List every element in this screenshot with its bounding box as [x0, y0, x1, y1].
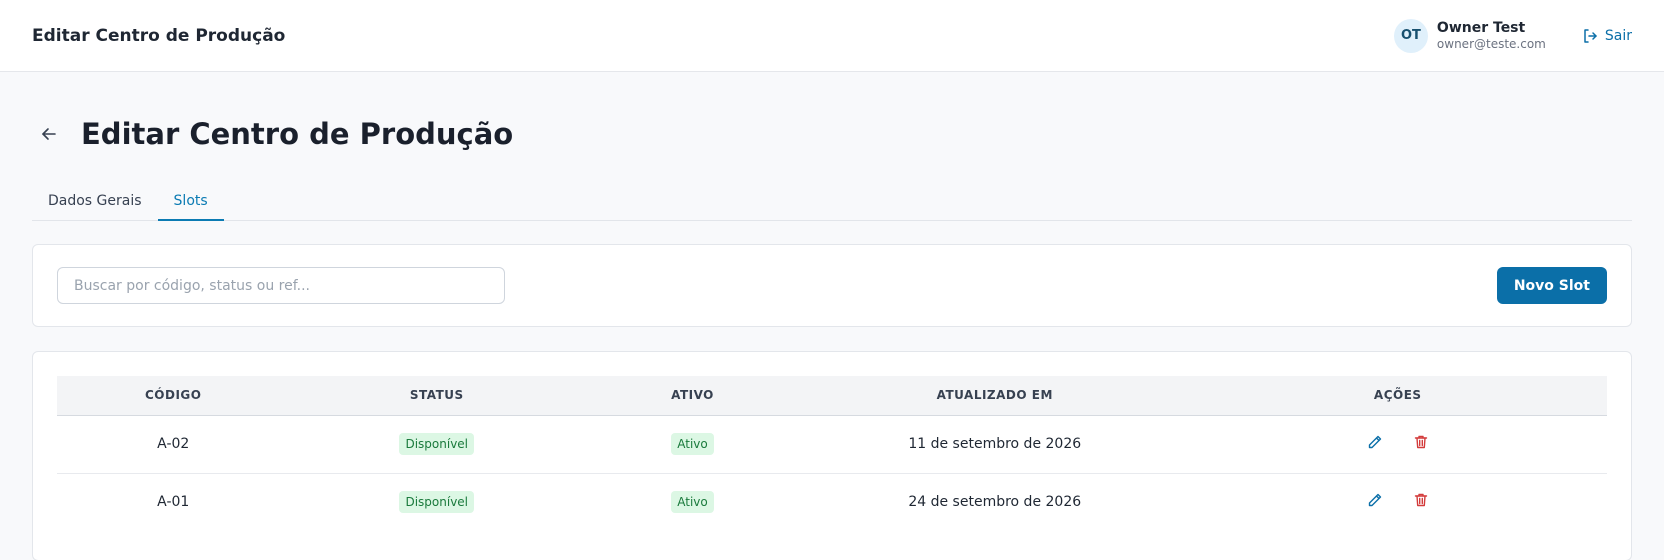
- avatar: OT: [1393, 18, 1428, 53]
- cell-status: Disponível: [290, 473, 585, 531]
- user-name: Owner Test: [1436, 19, 1526, 36]
- cell-actions: [1189, 473, 1608, 531]
- tabs: Dados Gerais Slots: [32, 182, 1632, 221]
- cell-actions: [1188, 415, 1607, 474]
- active-badge: Ativo: [671, 491, 714, 514]
- cell-active: Ativo: [584, 415, 801, 474]
- delete-button[interactable]: [1413, 492, 1429, 508]
- column-header-code: CÓDIGO: [57, 376, 290, 416]
- user-area: OT Owner Test owner@teste.com Sair: [1393, 18, 1632, 53]
- user-info: Owner Test owner@teste.com: [1437, 19, 1546, 53]
- app-title: Editar Centro de Produção: [32, 25, 286, 46]
- trash-icon: [1414, 435, 1427, 449]
- page-header: Editar Centro de Produção: [32, 72, 1632, 172]
- table-header-row: CÓDIGO STATUS ATIVO ATUALIZADO EM AÇÕES: [57, 376, 1607, 416]
- pencil-icon: [1368, 494, 1381, 507]
- logout-label: Sair: [1604, 27, 1632, 44]
- cell-code: A-01: [157, 494, 190, 511]
- edit-button[interactable]: [1367, 492, 1383, 508]
- new-slot-button[interactable]: Novo Slot: [1496, 267, 1607, 304]
- page-title: Editar Centro de Produção: [81, 117, 514, 151]
- slots-table: CÓDIGO STATUS ATIVO ATUALIZADO EM AÇÕES …: [57, 376, 1607, 531]
- column-header-active: ATIVO: [584, 376, 801, 416]
- column-header-actions: AÇÕES: [1188, 376, 1607, 416]
- table-row: A-01 Disponível Ativo 24 de setembro de …: [57, 473, 1607, 531]
- cell-code: A-02: [57, 415, 290, 474]
- status-badge: Disponível: [399, 433, 475, 455]
- pencil-icon: [1368, 435, 1381, 449]
- column-header-status: STATUS: [289, 376, 584, 416]
- cell-updated: 11 de setembro de 2026: [801, 415, 1189, 474]
- column-header-updated: ATUALIZADO EM: [801, 376, 1189, 416]
- search-input[interactable]: [57, 267, 505, 304]
- status-badge: Disponível: [399, 491, 475, 514]
- main-content: Editar Centro de Produção Dados Gerais S…: [0, 72, 1664, 560]
- trash-icon: [1414, 494, 1427, 507]
- delete-button[interactable]: [1413, 434, 1429, 450]
- logout-icon: [1584, 28, 1597, 43]
- tab-slots[interactable]: Slots: [157, 182, 224, 221]
- top-bar: Editar Centro de Produção OT Owner Test …: [0, 0, 1664, 72]
- cell-updated: 24 de setembro de 2026: [908, 494, 1082, 511]
- search-card: Novo Slot: [32, 244, 1632, 327]
- tab-dados-gerais[interactable]: Dados Gerais: [32, 182, 158, 221]
- active-badge: Ativo: [671, 433, 714, 455]
- logout-button[interactable]: Sair: [1582, 28, 1632, 44]
- table-row: A-02 Disponível Ativo 11 de setembro de …: [57, 415, 1607, 474]
- cell-status: Disponível: [289, 415, 584, 474]
- back-button[interactable]: [32, 117, 66, 151]
- cell-active: Ativo: [584, 473, 801, 531]
- slots-table-card: CÓDIGO STATUS ATIVO ATUALIZADO EM AÇÕES …: [32, 351, 1632, 560]
- arrow-left-icon: [42, 128, 56, 140]
- edit-button[interactable]: [1367, 434, 1383, 450]
- user-email: owner@teste.com: [1436, 36, 1546, 51]
